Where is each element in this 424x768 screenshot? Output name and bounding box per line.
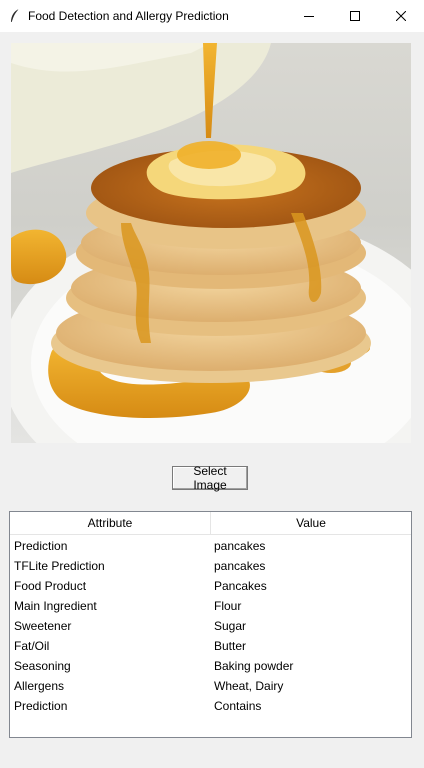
value-cell: pancakes [214, 539, 266, 553]
pancakes-photo [11, 43, 411, 443]
table-row[interactable]: Prediction pancakes [10, 536, 411, 556]
value-cell: Contains [214, 699, 262, 713]
attribute-cell: Main Ingredient [14, 599, 97, 613]
close-icon [396, 11, 406, 21]
table-row[interactable]: TFLite Prediction pancakes [10, 556, 411, 576]
value-cell: Flour [214, 599, 242, 613]
value-cell: Sugar [214, 619, 247, 633]
table-row[interactable]: Prediction Contains [10, 696, 411, 716]
table-row[interactable]: Seasoning Baking powder [10, 656, 411, 676]
title-bar: Food Detection and Allergy Prediction [0, 0, 424, 32]
attribute-cell: Prediction [14, 539, 68, 553]
table-row[interactable]: Main Ingredient Flour [10, 596, 411, 616]
table-row[interactable]: Sweetener Sugar [10, 616, 411, 636]
column-header-value[interactable]: Value [211, 512, 411, 534]
value-cell: Baking powder [214, 659, 294, 673]
attribute-cell: Sweetener [14, 619, 72, 633]
value-cell: Wheat, Dairy [214, 679, 284, 693]
attribute-cell: TFLite Prediction [14, 559, 105, 573]
table-header: Attribute Value [10, 512, 411, 535]
table-row[interactable]: Allergens Wheat, Dairy [10, 676, 411, 696]
minimize-icon [304, 16, 314, 17]
value-cell: pancakes [214, 559, 266, 573]
select-image-button[interactable]: Select Image [172, 464, 248, 492]
window-title: Food Detection and Allergy Prediction [28, 9, 229, 23]
maximize-button[interactable] [332, 0, 378, 32]
minimize-button[interactable] [286, 0, 332, 32]
value-cell: Pancakes [214, 579, 267, 593]
attribute-cell: Seasoning [14, 659, 71, 673]
feather-icon [11, 8, 20, 23]
table-row[interactable]: Fat/Oil Butter [10, 636, 411, 656]
attribute-cell: Fat/Oil [14, 639, 50, 653]
value-cell: Butter [214, 639, 247, 653]
attribute-cell: Food Product [14, 579, 87, 593]
close-button[interactable] [378, 0, 424, 32]
maximize-icon [350, 11, 360, 21]
attribute-cell: Allergens [14, 679, 65, 693]
results-table: Attribute Value Prediction pancakes TFLi… [9, 511, 412, 738]
table-row[interactable]: Food Product Pancakes [10, 576, 411, 596]
column-header-attribute[interactable]: Attribute [10, 512, 211, 534]
table-body: Prediction pancakes TFLite Prediction pa… [10, 536, 411, 716]
attribute-cell: Prediction [14, 699, 68, 713]
